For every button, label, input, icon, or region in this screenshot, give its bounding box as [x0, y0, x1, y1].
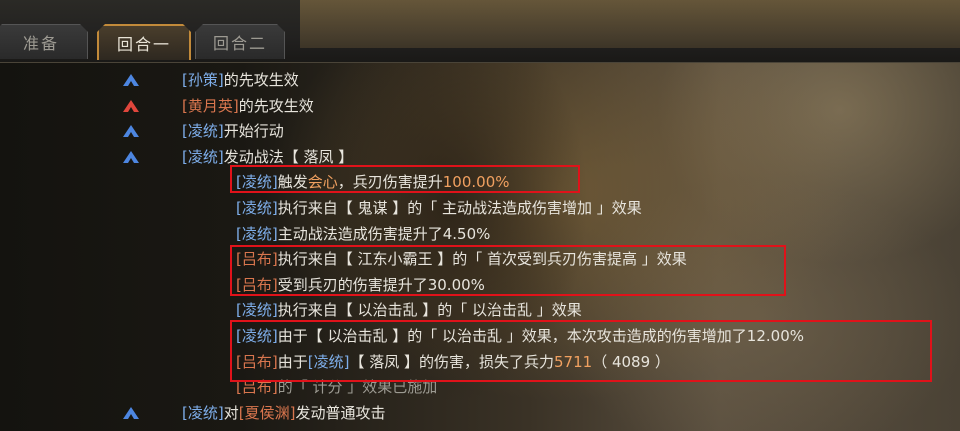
log-entry-segment: [凌统]	[182, 403, 224, 422]
log-entry-segment: 的先攻生效	[223, 71, 299, 89]
log-entry: [黄月英]的先攻生效	[182, 94, 314, 118]
log-entry-segment: [凌统]	[236, 224, 278, 243]
enemy-side-icon	[123, 99, 139, 112]
log-entry: [凌统]对[夏侯渊]发动普通攻击	[182, 401, 385, 425]
highlight-box-lubu-damage	[230, 245, 786, 296]
log-entry: [凌统]开始行动	[182, 119, 284, 143]
round-tab-bar: 准备 回合一 回合二	[0, 0, 960, 63]
log-entry-segment: [夏侯渊]	[238, 403, 296, 422]
log-entry-segment: [凌统]	[182, 147, 224, 166]
log-entry-segment: [凌统]	[236, 301, 278, 320]
highlight-box-crit	[230, 165, 580, 193]
tab-round-two[interactable]: 回合二	[195, 24, 285, 59]
log-entry-segment: 发动战法【 落凤 】	[223, 147, 354, 166]
log-entry-segment: 对	[223, 403, 239, 422]
log-entry-segment: 执行来自【 以治击乱 】的「 以治击乱 」效果	[277, 301, 582, 320]
highlight-box-damage-result	[230, 320, 932, 382]
log-entry-segment: [凌统]	[182, 122, 224, 141]
log-entry: [孙策]的先攻生效	[182, 68, 299, 92]
ally-side-icon	[123, 406, 139, 419]
log-entry-segment: 执行来自【 鬼谋 】的「 主动战法造成伤害增加 」效果	[277, 199, 642, 217]
log-entry-segment: 发动普通攻击	[295, 403, 386, 422]
tab-bar-decoration	[300, 0, 960, 48]
log-entry-segment: [孙策]	[182, 71, 224, 89]
log-entry-segment: [凌统]	[236, 199, 278, 217]
log-entry-segment: 的先攻生效	[238, 96, 314, 115]
ally-side-icon	[123, 74, 139, 86]
log-entry: [凌统]主动战法造成伤害提升了4.50%	[236, 222, 490, 246]
ally-side-icon	[123, 125, 139, 138]
log-entry-segment: 开始行动	[223, 122, 284, 141]
log-entry: [凌统]执行来自【 鬼谋 】的「 主动战法造成伤害增加 」效果	[236, 196, 642, 220]
ally-side-icon	[123, 150, 139, 163]
log-entry-segment: 主动战法造成伤害提升了4.50%	[277, 224, 491, 243]
log-entry: [凌统]执行来自【 以治击乱 】的「 以治击乱 」效果	[236, 298, 582, 322]
tab-prepare[interactable]: 准备	[0, 24, 88, 59]
tab-round-one[interactable]: 回合一	[97, 24, 191, 60]
log-entry-segment: [黄月英]	[182, 96, 239, 115]
